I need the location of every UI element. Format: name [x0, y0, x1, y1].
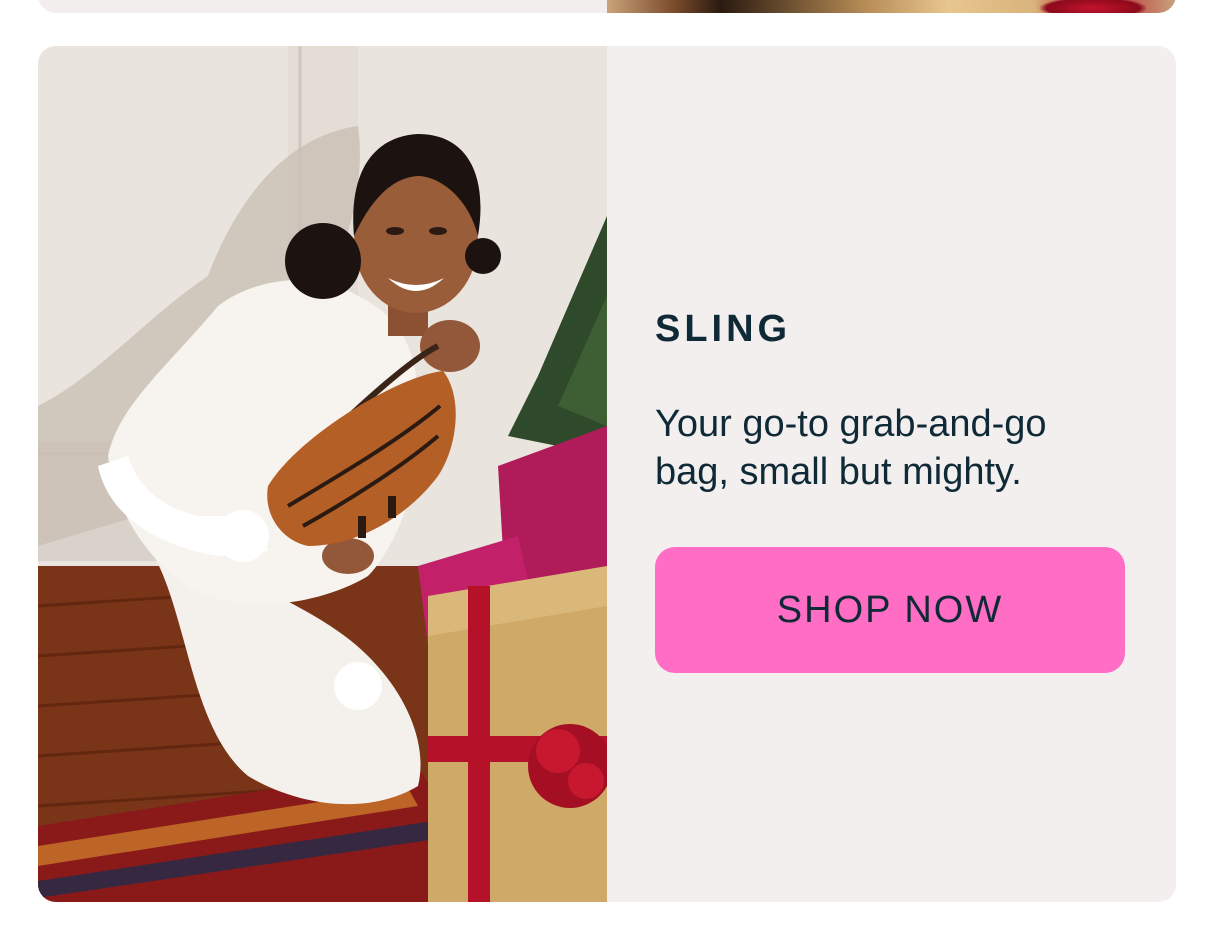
- product-description: Your go-to grab-and-go bag, small but mi…: [655, 403, 1047, 493]
- product-card-sling: SLING Your go-to grab-and-go bag, small …: [38, 46, 1176, 902]
- previous-product-card: [38, 0, 1176, 13]
- lifestyle-photo-illustration: [38, 46, 607, 902]
- shop-now-button[interactable]: SHOP NOW: [655, 547, 1125, 673]
- previous-card-photo[interactable]: [607, 0, 1176, 13]
- product-photo[interactable]: [38, 46, 607, 902]
- product-name-heading: SLING: [655, 308, 792, 350]
- product-text-panel: SLING Your go-to grab-and-go bag, small …: [607, 46, 1176, 902]
- previous-card-text-panel: [38, 0, 607, 13]
- gift-bow-decoration: [1038, 0, 1148, 13]
